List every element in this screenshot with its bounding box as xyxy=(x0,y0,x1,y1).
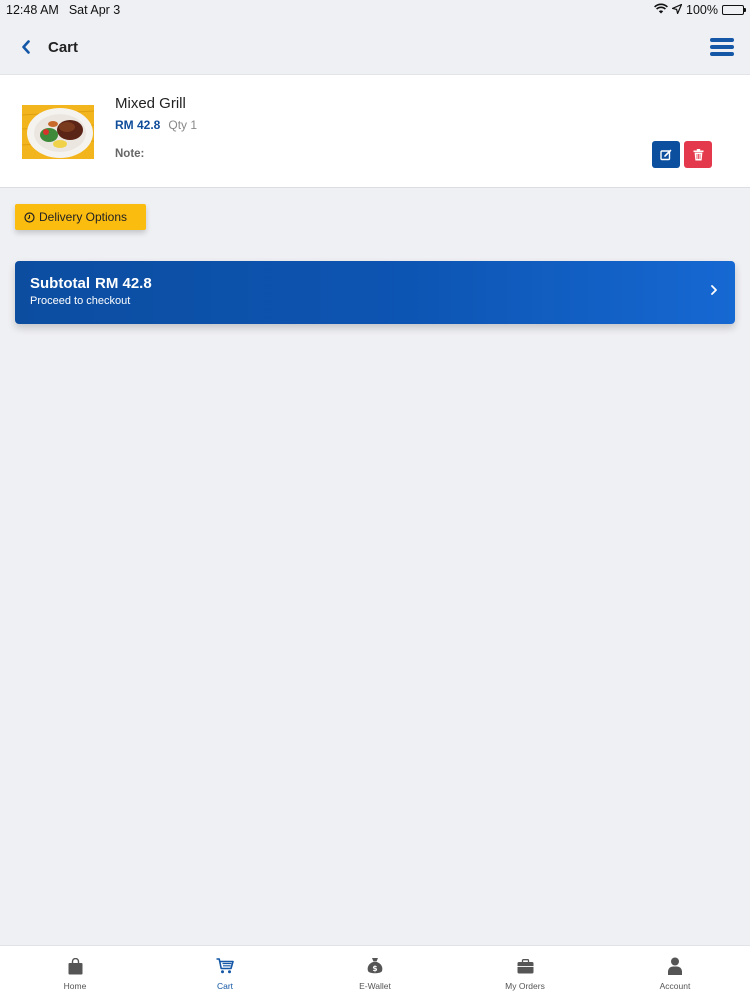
cart-item: Mixed Grill RM 42.8 Qty 1 Note: xyxy=(0,74,750,188)
tab-home[interactable]: Home xyxy=(0,946,150,1000)
item-price-row: RM 42.8 Qty 1 xyxy=(115,118,197,132)
tab-label: My Orders xyxy=(505,981,545,991)
hamburger-menu-button[interactable] xyxy=(710,37,734,57)
battery-percent: 100% xyxy=(686,3,718,17)
nav-header: Cart xyxy=(0,20,750,74)
tab-my-orders[interactable]: My Orders xyxy=(450,946,600,1000)
bottom-tab-bar: Home Cart $ E-Wallet My Orders Account xyxy=(0,945,750,1000)
proceed-to-checkout-button[interactable]: Subtotal RM 42.8 Proceed to checkout xyxy=(15,261,735,324)
delete-item-button[interactable] xyxy=(684,141,712,168)
subtotal-line: Subtotal RM 42.8 xyxy=(30,275,152,292)
briefcase-icon xyxy=(516,957,534,975)
tab-account[interactable]: Account xyxy=(600,946,750,1000)
subtotal-label: Subtotal xyxy=(30,275,90,292)
svg-text:$: $ xyxy=(372,964,377,973)
subtotal-value: RM 42.8 xyxy=(95,275,152,292)
item-note-label: Note: xyxy=(115,148,145,160)
delivery-options-label: Delivery Options xyxy=(39,210,128,224)
tab-label: Cart xyxy=(216,981,234,991)
tab-label: Account xyxy=(659,981,691,991)
delivery-options-button[interactable]: Delivery Options xyxy=(15,204,146,230)
trash-icon xyxy=(693,148,703,160)
status-bar: 12:48 AM Sat Apr 3 100% xyxy=(0,0,750,20)
back-button[interactable] xyxy=(16,35,36,59)
item-name: Mixed Grill xyxy=(115,95,186,112)
item-price: RM 42.8 xyxy=(115,118,161,132)
shopping-bag-icon xyxy=(66,957,84,975)
page-title: Cart xyxy=(48,38,79,56)
tab-e-wallet[interactable]: $ E-Wallet xyxy=(300,946,450,1000)
checkout-label: Proceed to checkout xyxy=(30,295,131,307)
chevron-left-icon xyxy=(22,40,30,54)
user-icon xyxy=(666,957,684,975)
tab-cart[interactable]: Cart xyxy=(150,946,300,1000)
wifi-icon xyxy=(654,3,668,17)
item-image xyxy=(22,105,94,159)
status-date: Sat Apr 3 xyxy=(68,3,121,17)
item-quantity: Qty 1 xyxy=(168,118,198,132)
cart-icon xyxy=(216,957,234,975)
status-time: 12:48 AM xyxy=(6,3,59,17)
location-arrow-icon xyxy=(670,3,683,17)
money-bag-icon: $ xyxy=(366,957,384,975)
tab-label: Home xyxy=(63,981,87,991)
edit-item-button[interactable] xyxy=(652,141,680,168)
chevron-right-icon xyxy=(711,285,717,295)
battery-icon xyxy=(722,5,746,15)
edit-icon xyxy=(660,149,672,160)
cart-screen: 12:48 AM Sat Apr 3 100% Cart Mixed Grill… xyxy=(0,0,750,1000)
tab-label: E-Wallet xyxy=(359,981,391,991)
clock-icon xyxy=(24,211,35,223)
